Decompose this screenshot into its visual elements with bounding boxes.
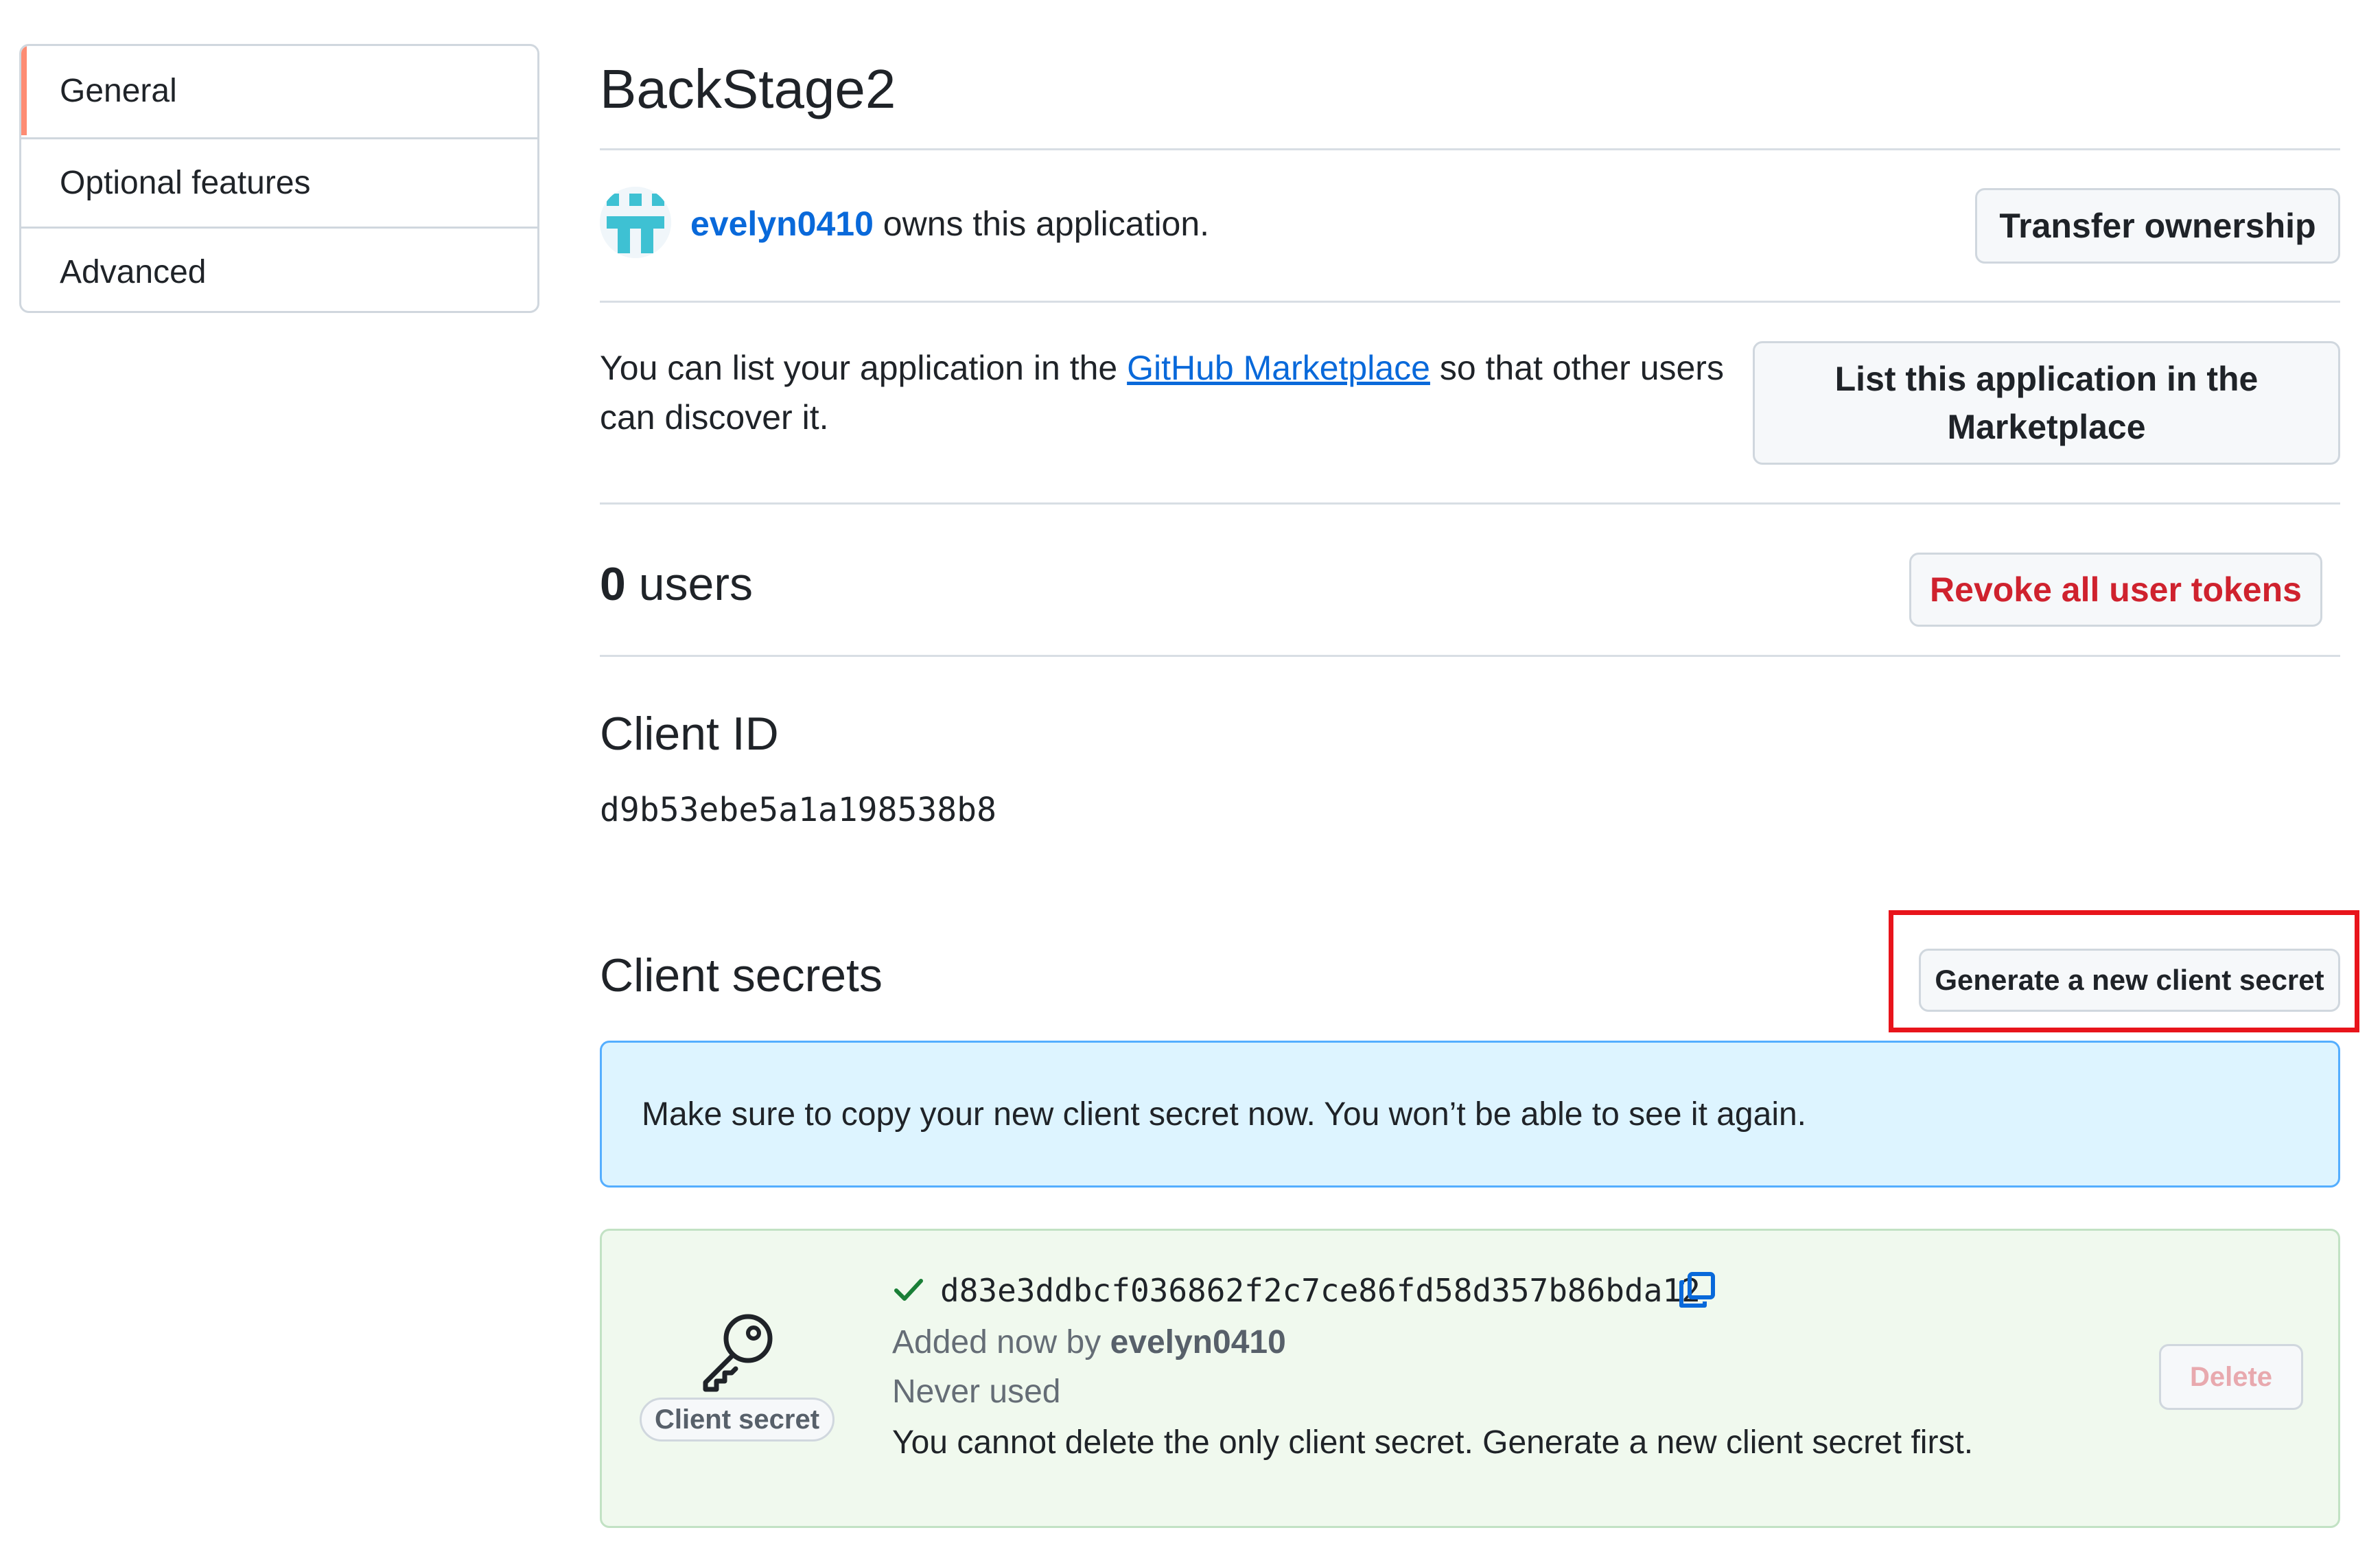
copy-icon[interactable] (1677, 1270, 1717, 1310)
flash-notice: Make sure to copy your new client secret… (600, 1041, 2340, 1188)
settings-sidebar: General Optional features Advanced (19, 44, 539, 313)
users-count-label: users (625, 558, 754, 610)
owner-text: owns this application. (873, 205, 1210, 243)
sidebar-item-advanced[interactable]: Advanced (21, 227, 537, 311)
client-secrets-heading: Client secrets (600, 949, 883, 1002)
sidebar-item-general[interactable]: General (21, 46, 537, 135)
transfer-ownership-button[interactable]: Transfer ownership (1975, 188, 2340, 264)
flash-message: Make sure to copy your new client secret… (642, 1096, 1807, 1133)
divider (600, 301, 2340, 303)
sidebar-item-label: General (60, 72, 177, 109)
divider (600, 502, 2340, 505)
identicon-avatar[interactable] (600, 187, 671, 258)
added-prefix: Added now by (892, 1324, 1110, 1361)
delete-warning: You cannot delete the only client secret… (892, 1424, 1974, 1461)
list-in-marketplace-button[interactable]: List this application in the Marketplace (1753, 341, 2340, 465)
owner-link[interactable]: evelyn0410 (690, 205, 874, 243)
usage-status: Never used (892, 1374, 1061, 1410)
sidebar-item-optional-features[interactable]: Optional features (21, 137, 537, 227)
client-secret-badge: Client secret (640, 1398, 835, 1442)
client-id-value: d9b53ebe5a1a198538b8 (600, 791, 996, 829)
marketplace-description: You can list your application in the Git… (600, 343, 1746, 442)
delete-secret-button[interactable]: Delete (2159, 1344, 2303, 1410)
added-by-line: Added now by evelyn0410 (892, 1321, 1286, 1365)
owner-line: evelyn0410 owns this application. (690, 202, 1209, 246)
github-marketplace-link[interactable]: GitHub Marketplace (1127, 349, 1430, 387)
sidebar-item-label: Optional features (60, 165, 311, 201)
added-by-user: evelyn0410 (1110, 1324, 1286, 1361)
sidebar-item-label: Advanced (60, 254, 207, 290)
client-id-heading: Client ID (600, 708, 779, 760)
identicon-icon (600, 187, 671, 258)
users-count-number: 0 (600, 558, 626, 610)
marketplace-text-before: You can list your application in the (600, 349, 1128, 387)
revoke-all-user-tokens-button[interactable]: Revoke all user tokens (1909, 553, 2322, 627)
divider (600, 148, 2340, 150)
page-title: BackStage2 (600, 58, 896, 119)
users-count: 0 users (600, 555, 753, 614)
client-secret-value: d83e3ddbcf036862f2c7ce86fd58d357b86bda12 (940, 1272, 1701, 1309)
divider (600, 655, 2340, 657)
check-icon (894, 1279, 923, 1301)
key-icon (703, 1314, 773, 1392)
highlight-box (1889, 910, 2359, 1032)
